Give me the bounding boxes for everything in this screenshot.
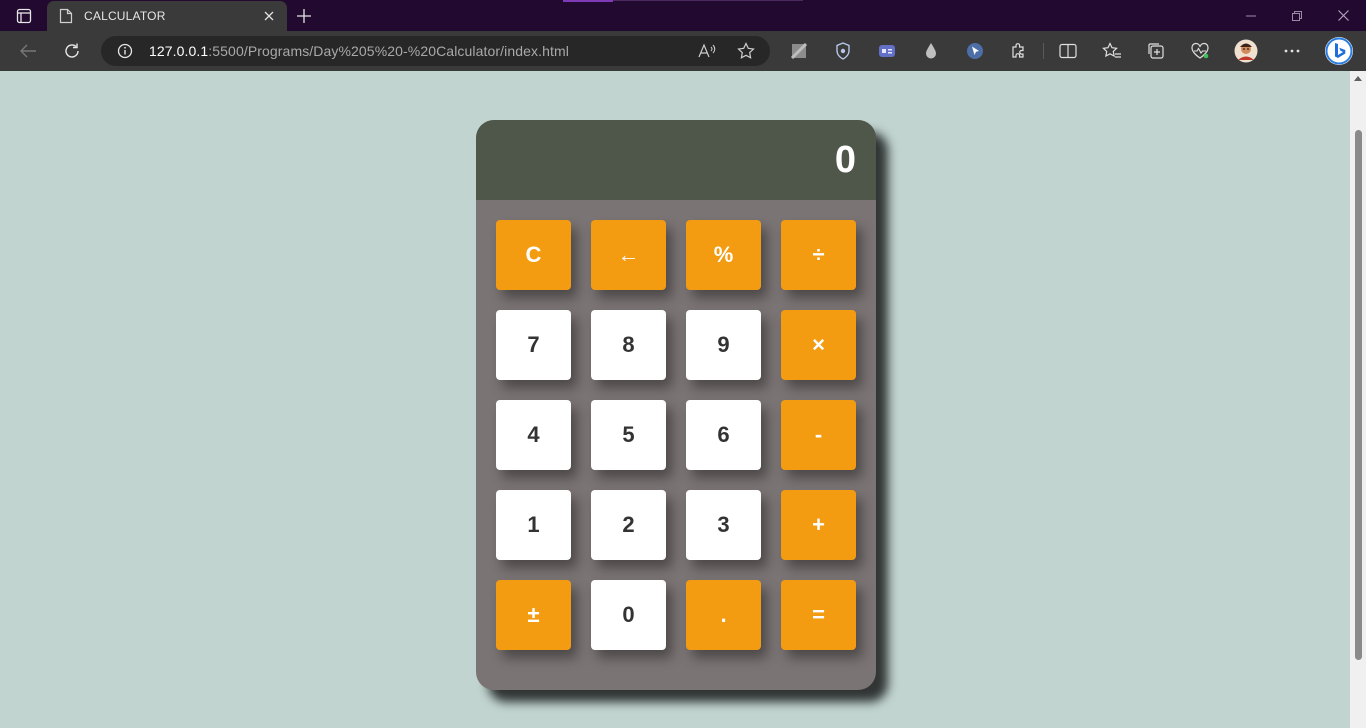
split-screen-icon[interactable] (1057, 40, 1079, 62)
plus-minus-button[interactable]: ± (496, 580, 571, 650)
tab-group-accent (563, 0, 613, 2)
display-value: 0 (834, 138, 856, 181)
digit-4-button[interactable]: 4 (496, 400, 571, 470)
site-info-icon[interactable] (117, 43, 133, 59)
favorites-icon[interactable] (1101, 40, 1123, 62)
multiply-button[interactable]: × (781, 310, 856, 380)
calculator-display: 0 (476, 120, 876, 200)
close-window-icon[interactable] (1320, 0, 1366, 31)
browser-toolbar: 127.0.0.1:5500/Programs/Day%205%20-%20Ca… (0, 31, 1366, 71)
favorite-star-icon[interactable] (737, 42, 755, 60)
extension-card-icon[interactable] (876, 40, 898, 62)
toolbar-separator (1043, 43, 1044, 59)
decimal-button[interactable]: . (686, 580, 761, 650)
backspace-button[interactable]: ← (591, 220, 666, 290)
url-text: 127.0.0.1:5500/Programs/Day%205%20-%20Ca… (149, 43, 569, 59)
extension-cursor-icon[interactable] (964, 40, 986, 62)
refresh-icon[interactable] (60, 39, 84, 63)
extension-shield-icon[interactable] (832, 40, 854, 62)
restore-icon[interactable] (1274, 0, 1320, 31)
bing-chat-icon[interactable] (1323, 35, 1355, 67)
percent-button[interactable]: % (686, 220, 761, 290)
digit-9-button[interactable]: 9 (686, 310, 761, 380)
page-scrollbar[interactable] (1350, 71, 1366, 728)
browser-title-bar: CALCULATOR (0, 0, 1366, 31)
subtract-button[interactable]: - (781, 400, 856, 470)
close-tab-icon[interactable] (261, 8, 277, 24)
digit-6-button[interactable]: 6 (686, 400, 761, 470)
tab-group-line (613, 0, 803, 1)
digit-8-button[interactable]: 8 (591, 310, 666, 380)
calculator: 0 C ←% ÷ 7 8 9 × 4 5 6- 1 2 3 + ±0. = (476, 120, 876, 690)
digit-7-button[interactable]: 7 (496, 310, 571, 380)
clear-button[interactable]: C (496, 220, 571, 290)
extension-image-icon[interactable] (788, 40, 810, 62)
address-bar[interactable]: 127.0.0.1:5500/Programs/Day%205%20-%20Ca… (101, 36, 770, 66)
window-controls (1228, 0, 1366, 31)
scroll-up-arrow-icon[interactable] (1354, 76, 1362, 81)
browser-essentials-icon[interactable] (1189, 40, 1211, 62)
profile-avatar[interactable] (1233, 38, 1259, 64)
collections-icon[interactable] (1145, 40, 1167, 62)
digit-5-button[interactable]: 5 (591, 400, 666, 470)
add-button[interactable]: + (781, 490, 856, 560)
url-path: :5500/Programs/Day%205%20-%20Calculator/… (208, 43, 569, 59)
extensions-puzzle-icon[interactable] (1008, 40, 1030, 62)
digit-1-button[interactable]: 1 (496, 490, 571, 560)
equals-button[interactable]: = (781, 580, 856, 650)
scrollbar-thumb[interactable] (1355, 130, 1362, 660)
tab-actions-icon[interactable] (10, 5, 38, 27)
browser-tab[interactable]: CALCULATOR (47, 1, 287, 31)
read-aloud-icon[interactable] (698, 42, 716, 60)
digit-2-button[interactable]: 2 (591, 490, 666, 560)
more-options-icon[interactable] (1281, 40, 1303, 62)
digit-3-button[interactable]: 3 (686, 490, 761, 560)
new-tab-icon[interactable] (294, 6, 314, 26)
tab-title: CALCULATOR (84, 9, 166, 23)
back-arrow-icon[interactable] (16, 39, 40, 63)
minimize-icon[interactable] (1228, 0, 1274, 31)
page-icon (59, 8, 73, 24)
url-host: 127.0.0.1 (149, 43, 209, 59)
extension-drop-icon[interactable] (920, 40, 942, 62)
digit-0-button[interactable]: 0 (591, 580, 666, 650)
divide-button[interactable]: ÷ (781, 220, 856, 290)
